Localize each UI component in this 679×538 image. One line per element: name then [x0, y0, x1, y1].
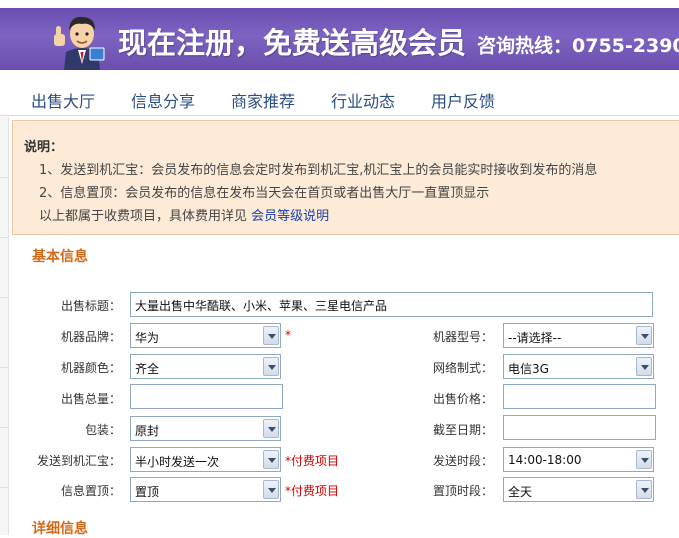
brand-select[interactable]: 华为 — [130, 323, 281, 348]
brand-required-mark: * — [285, 328, 291, 342]
notice-line-3: 以上都属于收费项目，具体费用详见 会员等级说明 — [39, 205, 329, 224]
sale-title-label: 出售标题： — [61, 299, 122, 313]
send-paid-note: *付费项目 — [285, 454, 340, 468]
price-label: 出售价格： — [433, 392, 494, 406]
chevron-down-icon[interactable] — [636, 480, 652, 499]
model-label: 机器型号： — [433, 330, 494, 344]
package-label: 包装： — [85, 423, 122, 437]
nav-item-sales-hall[interactable]: 出售大厅 — [31, 88, 95, 112]
color-select[interactable]: 齐全 — [130, 354, 281, 379]
nav-item-user-feedback[interactable]: 用户反馈 — [431, 88, 495, 112]
notice-line-3-text: 以上都属于收费项目，具体费用详见 — [39, 209, 248, 224]
member-level-link[interactable]: 会员等级说明 — [251, 209, 329, 224]
chevron-down-icon[interactable] — [263, 326, 279, 345]
send-time-select[interactable]: 14:00-18:00 — [503, 447, 654, 472]
detail-info-heading: 详细信息 — [32, 521, 88, 537]
chevron-down-icon[interactable] — [636, 326, 652, 345]
pin-top-select[interactable]: 置顶 — [130, 477, 281, 502]
notice-title: 说明： — [24, 140, 64, 155]
notice-line-1: 1、发送到机汇宝：会员发布的信息会定时发布到机汇宝,机汇宝上的会员能实时接收到发… — [39, 163, 598, 178]
package-select[interactable]: 原封 — [130, 416, 281, 441]
model-select-value: --请选择-- — [508, 331, 562, 345]
network-select[interactable]: 电信3G — [503, 354, 654, 379]
send-time-value: 14:00-18:00 — [508, 453, 582, 467]
send-to-jihuibao-label: 发送到机汇宝： — [37, 454, 122, 468]
sale-title-input[interactable]: 大量出售中华酷联、小米、苹果、三星电信产品 — [130, 292, 653, 317]
price-input[interactable] — [503, 384, 656, 409]
brand-label: 机器品牌： — [61, 330, 122, 344]
deadline-input[interactable] — [503, 415, 656, 440]
mascot-thumbs-up-icon — [54, 16, 105, 70]
pin-time-value: 全天 — [508, 485, 533, 499]
total-quantity-label: 出售总量： — [61, 392, 122, 406]
banner-headline: 现在注册，免费送高级会员 — [118, 26, 467, 60]
pin-time-select[interactable]: 全天 — [503, 477, 654, 502]
notice-box: 说明： 1、发送到机汇宝：会员发布的信息会定时发布到机汇宝,机汇宝上的会员能实时… — [12, 120, 679, 235]
send-frequency-value: 半小时发送一次 — [135, 455, 220, 469]
send-time-label: 发送时段： — [433, 454, 494, 468]
chevron-down-icon[interactable] — [263, 450, 279, 469]
left-sidebar-edge — [0, 117, 9, 535]
total-quantity-input[interactable] — [130, 384, 283, 409]
model-select[interactable]: --请选择-- — [503, 323, 654, 348]
color-select-value: 齐全 — [135, 362, 160, 376]
deadline-label: 截至日期： — [433, 423, 494, 437]
chevron-down-icon[interactable] — [263, 480, 279, 499]
network-select-value: 电信3G — [508, 362, 549, 376]
promo-banner[interactable]: 现在注册，免费送高级会员 咨询热线：0755-23907 — [0, 8, 679, 70]
brand-select-value: 华为 — [135, 331, 160, 345]
nav-item-info-share[interactable]: 信息分享 — [131, 88, 195, 112]
chevron-down-icon[interactable] — [263, 357, 279, 376]
nav-item-merchant-recommend[interactable]: 商家推荐 — [231, 88, 295, 112]
banner-hotline: 咨询热线：0755-23907 — [477, 35, 679, 57]
pin-time-label: 置顶时段： — [433, 484, 494, 498]
chevron-down-icon[interactable] — [636, 357, 652, 376]
color-label: 机器颜色： — [61, 361, 122, 375]
pin-top-label: 信息置顶： — [61, 484, 122, 498]
package-select-value: 原封 — [135, 424, 160, 438]
chevron-down-icon[interactable] — [636, 450, 652, 469]
nav-item-industry-news[interactable]: 行业动态 — [331, 88, 395, 112]
pin-top-paid-note: *付费项目 — [285, 484, 340, 498]
send-frequency-select[interactable]: 半小时发送一次 — [130, 447, 281, 472]
chevron-down-icon[interactable] — [263, 419, 279, 438]
main-nav: 出售大厅 信息分享 商家推荐 行业动态 用户反馈 — [0, 82, 679, 116]
pin-top-value: 置顶 — [135, 485, 160, 499]
notice-line-2: 2、信息置顶：会员发布的信息在发布当天会在首页或者出售大厅一直置顶显示 — [39, 186, 490, 201]
network-label: 网络制式： — [433, 361, 494, 375]
basic-info-heading: 基本信息 — [32, 249, 88, 265]
